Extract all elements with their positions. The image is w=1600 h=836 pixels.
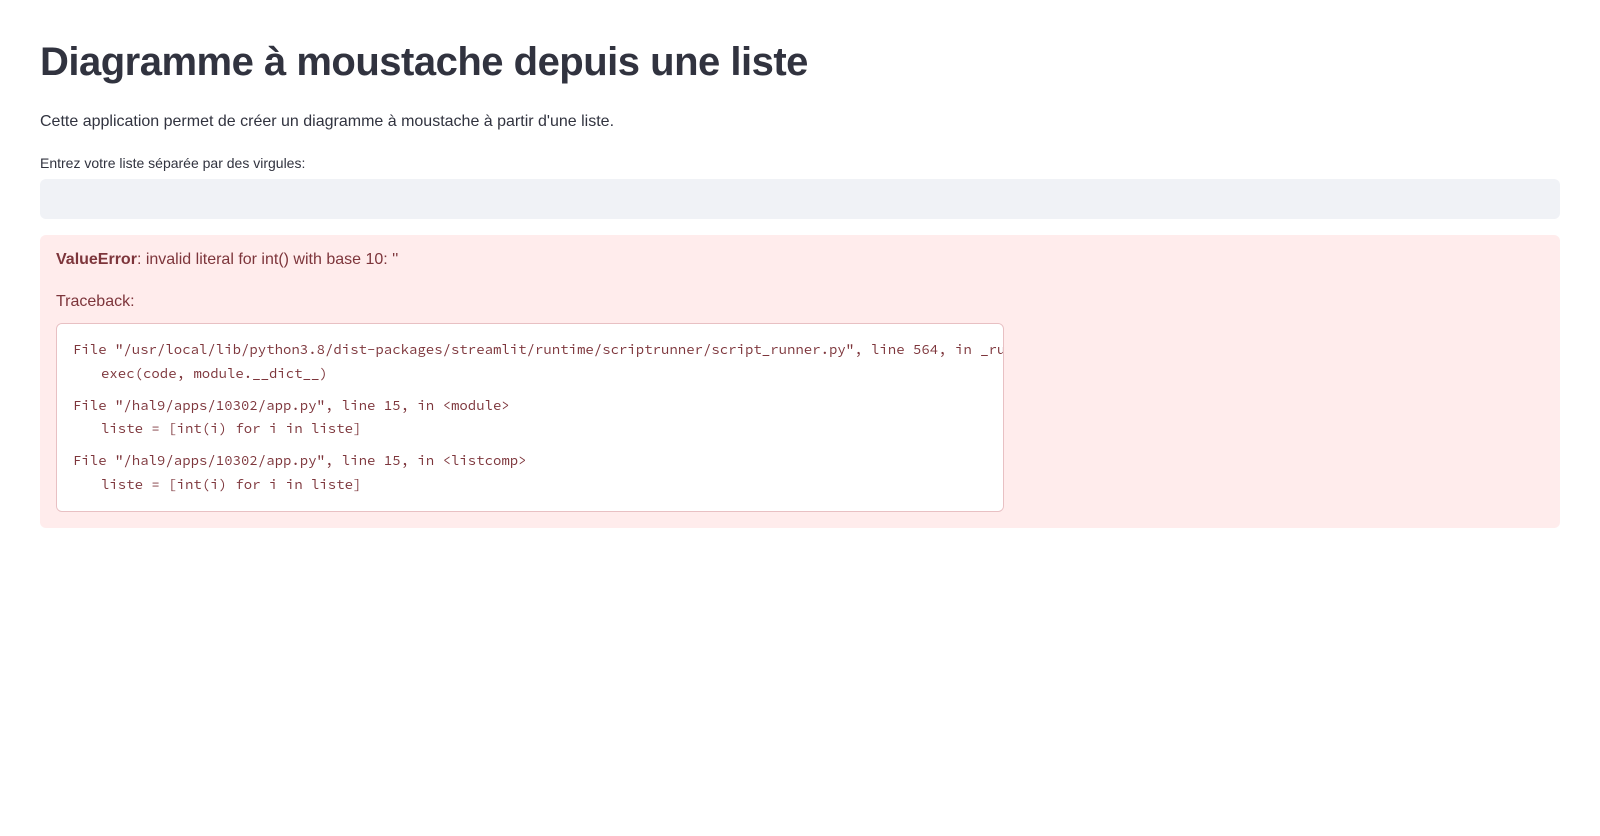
traceback-frame: File "/usr/local/lib/python3.8/dist-pack… [73,338,987,386]
list-input[interactable] [40,179,1560,219]
error-message: : invalid literal for int() with base 10… [137,251,398,268]
traceback-label: Traceback: [56,293,1544,311]
error-header: ValueError: invalid literal for int() wi… [56,251,1544,269]
traceback-box: File "/usr/local/lib/python3.8/dist-pack… [56,323,1004,512]
traceback-frame: File "/hal9/apps/10302/app.py", line 15,… [73,394,987,442]
error-type: ValueError [56,251,137,268]
frame-location: File "/usr/local/lib/python3.8/dist-pack… [73,340,1004,358]
description-text: Cette application permet de créer un dia… [40,113,1560,131]
frame-code: liste = [int(i) for i in liste] [73,419,361,437]
frame-code: liste = [int(i) for i in liste] [73,475,361,493]
page-title: Diagramme à moustache depuis une liste [40,40,1560,85]
frame-code: exec(code, module.__dict__) [73,364,328,382]
traceback-frame: File "/hal9/apps/10302/app.py", line 15,… [73,449,987,497]
frame-location: File "/hal9/apps/10302/app.py", line 15,… [73,451,527,469]
error-panel: ValueError: invalid literal for int() wi… [40,235,1560,528]
frame-location: File "/hal9/apps/10302/app.py", line 15,… [73,396,510,414]
main-container: Diagramme à moustache depuis une liste C… [0,0,1600,528]
input-label: Entrez votre liste séparée par des virgu… [40,155,1560,171]
